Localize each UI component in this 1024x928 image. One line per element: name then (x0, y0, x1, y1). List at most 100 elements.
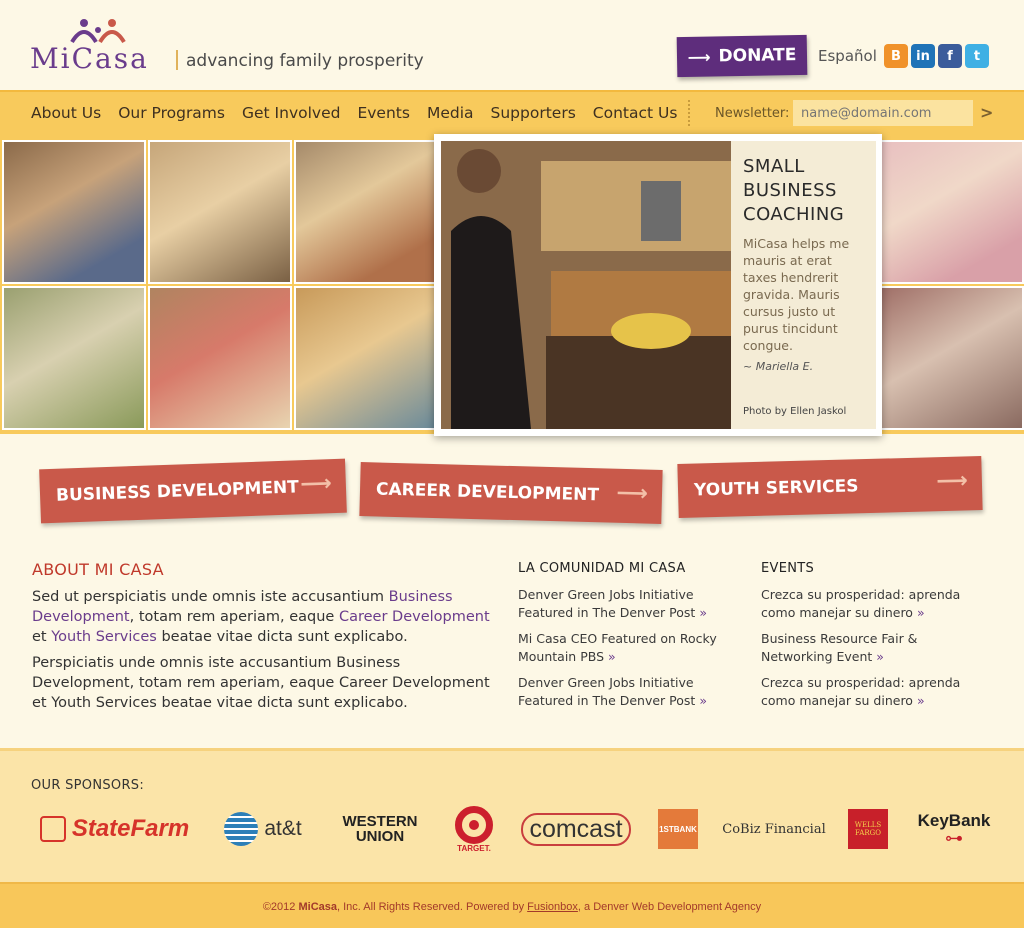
western-union-logo[interactable]: WESTERN UNION (328, 805, 432, 853)
photo-tile[interactable] (880, 286, 1024, 430)
keybank-logo[interactable]: KeyBank ⊶ (912, 805, 996, 853)
att-globe-icon (224, 812, 259, 846)
footer-brand: MiCasa (298, 901, 337, 913)
event-item-text: Business Resource Fair & Networking Even… (761, 631, 918, 664)
att-logo[interactable]: at&t (218, 805, 308, 853)
blogger-icon[interactable]: B (884, 44, 908, 68)
news-item-text: Denver Green Jobs Initiative Featured in… (518, 587, 696, 620)
donate-button[interactable]: ⟶ DONATE (676, 34, 808, 78)
nav-item-events[interactable]: Events (357, 104, 409, 122)
news-item[interactable]: Mi Casa CEO Featured on Rocky Mountain P… (518, 630, 728, 666)
logo-text: MiCasa (30, 42, 149, 75)
photo-tile[interactable] (2, 286, 146, 430)
photo-tile[interactable] (148, 140, 292, 284)
community-title: LA COMUNIDAD MI CASA (518, 561, 686, 576)
newsletter-label: Newsletter: (715, 106, 790, 121)
featured-story-text: SMALL BUSINESS COACHING MiCasa helps me … (731, 141, 876, 429)
swoosh-arrow-icon: ⟶ (616, 480, 649, 507)
about-text: Sed ut perspiciatis unde omnis iste accu… (32, 589, 389, 605)
event-item-text: Crezca su prosperidad: aprenda como mane… (761, 675, 961, 708)
about-text: , totam rem aperiam, eaque (129, 609, 339, 625)
nav-item-about-us[interactable]: About Us (31, 104, 101, 122)
business-development-button[interactable]: BUSINESS DEVELOPMENT ⟶ (39, 458, 347, 524)
youth-services-button[interactable]: YOUTH SERVICES ⟶ (677, 456, 983, 518)
footer-text: , Inc. All Rights Reserved. Powered by (337, 901, 528, 913)
nav-item-contact-us[interactable]: Contact Us (593, 104, 678, 122)
wells-fargo-logo[interactable]: WELLS FARGO (848, 809, 888, 849)
target-bullseye-center (469, 819, 479, 830)
event-item[interactable]: Business Resource Fair & Networking Even… (761, 630, 971, 666)
target-bullseye-icon (455, 805, 493, 844)
nav-menu: About Us Our Programs Get Involved Event… (31, 104, 677, 122)
about-text: et (32, 629, 52, 645)
cobiz-logo[interactable]: CoBiz Financial (718, 805, 830, 853)
swoosh-arrow-icon: ⟶ (936, 468, 969, 495)
social-links: B in f t (884, 44, 989, 68)
footer-text: ©2012 (262, 901, 299, 913)
nav-item-get-involved[interactable]: Get Involved (242, 104, 340, 122)
statefarm-logo-text: StateFarm (71, 815, 190, 842)
main-nav: About Us Our Programs Get Involved Event… (0, 90, 1024, 134)
swoosh-arrow-icon: ⟶ (687, 47, 711, 67)
youth-services-link[interactable]: Youth Services (51, 629, 157, 645)
event-item[interactable]: Crezca su prosperidad: aprenda como mane… (761, 674, 971, 710)
event-item[interactable]: Crezca su prosperidad: aprenda como mane… (761, 586, 971, 622)
youth-services-label: YOUTH SERVICES (693, 476, 859, 501)
donate-label: DONATE (718, 45, 797, 67)
newsletter-submit-button[interactable]: > (980, 103, 993, 122)
twitter-icon[interactable]: t (965, 44, 989, 68)
wells-fargo-logo-text: WELLS FARGO (854, 821, 882, 837)
more-arrow-icon: » (699, 693, 707, 708)
photo-tile[interactable] (2, 140, 146, 284)
about-title: ABOUT MI CASA (32, 560, 164, 579)
photo-credit: Photo by Ellen Jaskol (743, 406, 847, 417)
events-list: EVENTS Crezca su prosperidad: aprenda co… (761, 561, 971, 718)
more-arrow-icon: » (699, 605, 707, 620)
statefarm-logo[interactable]: StateFarm (32, 805, 197, 853)
news-item[interactable]: Denver Green Jobs Initiative Featured in… (518, 674, 728, 710)
tagline: advancing family prosperity (186, 51, 424, 71)
1stbank-logo[interactable]: 1STBANK (658, 809, 698, 849)
site-footer: ©2012 MiCasa, Inc. All Rights Reserved. … (0, 882, 1024, 928)
sponsors-label: OUR SPONSORS: (31, 778, 145, 793)
photo-tile[interactable] (880, 140, 1024, 284)
nav-item-supporters[interactable]: Supporters (491, 104, 576, 122)
micasa-logo[interactable]: MiCasa (30, 18, 170, 75)
linkedin-icon[interactable]: in (911, 44, 935, 68)
about-paragraph-2: Perspiciatis unde omnis iste accusantium… (32, 655, 490, 711)
1stbank-logo-text: 1STBANK (659, 824, 697, 834)
featured-quote: MiCasa helps me mauris at erat taxes hen… (743, 236, 850, 353)
western-union-logo-text: WESTERN UNION (342, 813, 418, 845)
career-development-label: CAREER DEVELOPMENT (375, 479, 600, 506)
target-logo[interactable]: TARGET. (450, 805, 498, 853)
photo-tile[interactable] (148, 286, 292, 430)
fusionbox-link[interactable]: Fusionbox (527, 901, 578, 913)
career-development-link[interactable]: Career Development (339, 609, 490, 625)
about-section: ABOUT MI CASA Sed ut perspiciatis unde o… (32, 560, 492, 719)
business-development-label: BUSINESS DEVELOPMENT (55, 477, 300, 506)
swoosh-arrow-icon: ⟶ (299, 471, 333, 498)
event-item-text: Crezca su prosperidad: aprenda como mane… (761, 587, 961, 620)
photo-tile[interactable] (294, 140, 438, 284)
career-development-button[interactable]: CAREER DEVELOPMENT ⟶ (359, 462, 663, 524)
featured-story: SMALL BUSINESS COACHING MiCasa helps me … (434, 134, 882, 436)
nav-item-our-programs[interactable]: Our Programs (118, 104, 225, 122)
more-arrow-icon: » (916, 693, 925, 708)
featured-author: ~ Mariella E. (743, 360, 814, 373)
comcast-logo[interactable]: comcast (516, 805, 636, 853)
photo-tile[interactable] (294, 286, 438, 430)
newsletter-email-input[interactable] (793, 100, 973, 126)
nav-item-media[interactable]: Media (427, 104, 474, 122)
language-link[interactable]: Español (818, 47, 877, 65)
more-arrow-icon: » (916, 605, 925, 620)
tagline-divider (176, 50, 178, 70)
statefarm-emblem-icon (39, 816, 66, 842)
key-icon: ⊶ (945, 828, 963, 849)
site-header: MiCasa advancing family prosperity ⟶ DON… (0, 0, 1024, 90)
events-title: EVENTS (761, 561, 815, 576)
news-item[interactable]: Denver Green Jobs Initiative Featured in… (518, 586, 728, 622)
facebook-icon[interactable]: f (938, 44, 962, 68)
featured-photo[interactable] (441, 141, 731, 429)
comcast-logo-text: comcast (521, 812, 631, 846)
featured-photo-scene (441, 141, 731, 429)
